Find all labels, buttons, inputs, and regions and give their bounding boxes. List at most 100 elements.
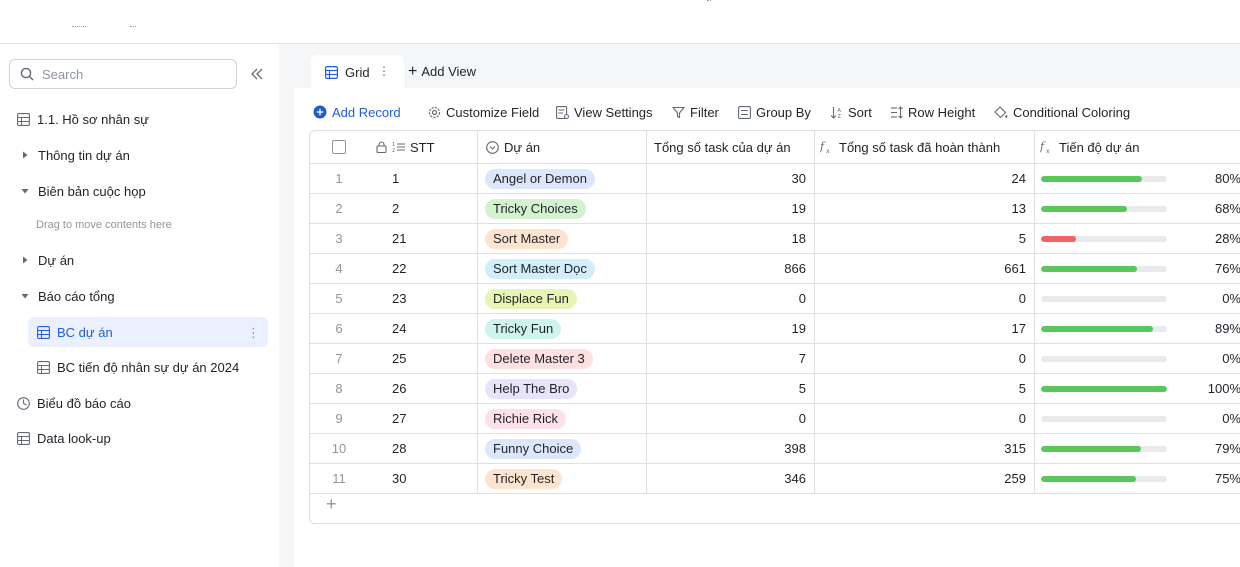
cell-done-tasks[interactable]: 0 bbox=[814, 284, 1034, 313]
table-row[interactable]: 7 25 Delete Master 3 7 0 0% bbox=[310, 344, 1240, 374]
cell-stt[interactable]: 25 bbox=[368, 344, 478, 373]
cell-done-tasks[interactable]: 5 bbox=[814, 374, 1034, 403]
cell-total-tasks[interactable]: 19 bbox=[646, 194, 814, 223]
cell-done-tasks[interactable]: 661 bbox=[814, 254, 1034, 283]
cell-total-tasks[interactable]: 5 bbox=[646, 374, 814, 403]
cell-progress[interactable]: 76% bbox=[1034, 254, 1240, 283]
cell-progress[interactable]: 89% bbox=[1034, 314, 1240, 343]
cell-project[interactable]: Angel or Demon bbox=[478, 164, 646, 193]
cell-done-tasks[interactable]: 13 bbox=[814, 194, 1034, 223]
cell-total-tasks[interactable]: 0 bbox=[646, 284, 814, 313]
cell-done-tasks[interactable]: 17 bbox=[814, 314, 1034, 343]
cell-progress[interactable]: 80% bbox=[1034, 164, 1240, 193]
cell-done-tasks[interactable]: 259 bbox=[814, 464, 1034, 493]
view-settings-button[interactable]: View Settings bbox=[556, 100, 653, 124]
sidebar-item[interactable]: Biểu đồ báo cáo bbox=[0, 388, 279, 418]
add-record-button[interactable]: Add Record bbox=[313, 100, 401, 124]
caret-right-icon[interactable] bbox=[20, 150, 30, 160]
sidebar-item[interactable]: Thông tin dự án bbox=[0, 140, 279, 170]
sidebar-item[interactable]: BC dự án ⋮ bbox=[28, 317, 268, 347]
cell-total-tasks[interactable]: 7 bbox=[646, 344, 814, 373]
cell-stt[interactable]: 24 bbox=[368, 314, 478, 343]
cell-stt[interactable]: 28 bbox=[368, 434, 478, 463]
cell-project[interactable]: Tricky Test bbox=[478, 464, 646, 493]
cell-project[interactable]: Help The Bro bbox=[478, 374, 646, 403]
search-input[interactable]: Search bbox=[9, 59, 237, 89]
cell-done-tasks[interactable]: 24 bbox=[814, 164, 1034, 193]
sidebar-item[interactable]: Dự án bbox=[0, 245, 279, 275]
table-row[interactable]: 11 30 Tricky Test 346 259 75% bbox=[310, 464, 1240, 494]
cell-stt[interactable]: 23 bbox=[368, 284, 478, 313]
customize-field-button[interactable]: Customize Field bbox=[428, 100, 539, 124]
conditional-coloring-button[interactable]: Conditional Coloring bbox=[994, 100, 1130, 124]
table-row[interactable]: 1 1 Angel or Demon 30 24 80% bbox=[310, 164, 1240, 194]
cell-total-tasks[interactable]: 398 bbox=[646, 434, 814, 463]
column-header-progress[interactable]: fx Tiến độ dự án bbox=[1034, 131, 1240, 163]
cell-total-tasks[interactable]: 346 bbox=[646, 464, 814, 493]
cell-stt[interactable]: 30 bbox=[368, 464, 478, 493]
caret-right-icon[interactable] bbox=[20, 255, 30, 265]
cell-done-tasks[interactable]: 0 bbox=[814, 344, 1034, 373]
column-header-done-tasks[interactable]: fx Tổng số task đã hoàn thành bbox=[814, 131, 1034, 163]
tab-grid[interactable]: Grid ⋮ bbox=[311, 55, 404, 89]
sidebar-item[interactable]: BC tiến độ nhân sự dự án 2024 bbox=[0, 352, 279, 382]
cell-progress[interactable]: 79% bbox=[1034, 434, 1240, 463]
select-all-checkbox[interactable] bbox=[310, 131, 368, 163]
caret-down-icon[interactable] bbox=[20, 186, 30, 196]
cell-stt[interactable]: 26 bbox=[368, 374, 478, 403]
group-by-button[interactable]: Group By bbox=[738, 100, 811, 124]
table-row[interactable]: 2 2 Tricky Choices 19 13 68% bbox=[310, 194, 1240, 224]
cell-stt[interactable]: 1 bbox=[368, 164, 478, 193]
table-row[interactable]: 5 23 Displace Fun 0 0 0% bbox=[310, 284, 1240, 314]
table-row[interactable]: 3 21 Sort Master 18 5 28% bbox=[310, 224, 1240, 254]
cell-progress[interactable]: 0% bbox=[1034, 284, 1240, 313]
table-row[interactable]: 10 28 Funny Choice 398 315 79% bbox=[310, 434, 1240, 464]
cell-progress[interactable]: 0% bbox=[1034, 344, 1240, 373]
add-view-button[interactable]: + Add View bbox=[408, 63, 476, 79]
cell-progress[interactable]: 0% bbox=[1034, 404, 1240, 433]
sidebar-item[interactable]: Báo cáo tổng bbox=[0, 281, 279, 311]
cell-progress[interactable]: 68% bbox=[1034, 194, 1240, 223]
add-row-button[interactable]: + bbox=[326, 495, 337, 513]
table-row[interactable]: 8 26 Help The Bro 5 5 100% bbox=[310, 374, 1240, 404]
sidebar-item[interactable]: Data look-up bbox=[0, 423, 279, 453]
cell-project[interactable]: Delete Master 3 bbox=[478, 344, 646, 373]
tab-more-icon[interactable]: ⋮ bbox=[378, 64, 390, 78]
table-row[interactable]: 9 27 Richie Rick 0 0 0% bbox=[310, 404, 1240, 434]
cell-progress[interactable]: 75% bbox=[1034, 464, 1240, 493]
cell-project[interactable]: Tricky Choices bbox=[478, 194, 646, 223]
sidebar-item[interactable]: 1.1. Hồ sơ nhân sự bbox=[0, 104, 279, 134]
cell-stt[interactable]: 22 bbox=[368, 254, 478, 283]
cell-progress[interactable]: 100% bbox=[1034, 374, 1240, 403]
column-header-total-tasks[interactable]: Tổng số task của dự án bbox=[646, 131, 814, 163]
cell-project[interactable]: Tricky Fun bbox=[478, 314, 646, 343]
cell-stt[interactable]: 2 bbox=[368, 194, 478, 223]
collapse-sidebar-icon[interactable] bbox=[249, 66, 265, 82]
cell-done-tasks[interactable]: 0 bbox=[814, 404, 1034, 433]
column-header-stt[interactable]: 12 STT bbox=[368, 131, 478, 163]
caret-down-icon[interactable] bbox=[20, 291, 30, 301]
cell-project[interactable]: Displace Fun bbox=[478, 284, 646, 313]
sort-button[interactable]: AZ Sort bbox=[830, 100, 872, 124]
table-row[interactable]: 4 22 Sort Master Dọc 866 661 76% bbox=[310, 254, 1240, 284]
row-height-button[interactable]: Row Height bbox=[890, 100, 975, 124]
cell-project[interactable]: Sort Master Dọc bbox=[478, 254, 646, 283]
cell-total-tasks[interactable]: 0 bbox=[646, 404, 814, 433]
table-row[interactable]: 6 24 Tricky Fun 19 17 89% bbox=[310, 314, 1240, 344]
cell-progress[interactable]: 28% bbox=[1034, 224, 1240, 253]
filter-button[interactable]: Filter bbox=[672, 100, 719, 124]
cell-done-tasks[interactable]: 5 bbox=[814, 224, 1034, 253]
cell-project[interactable]: Richie Rick bbox=[478, 404, 646, 433]
column-header-du-an[interactable]: Dự án bbox=[478, 131, 646, 163]
cell-project[interactable]: Funny Choice bbox=[478, 434, 646, 463]
cell-total-tasks[interactable]: 18 bbox=[646, 224, 814, 253]
cell-stt[interactable]: 27 bbox=[368, 404, 478, 433]
cell-total-tasks[interactable]: 30 bbox=[646, 164, 814, 193]
cell-total-tasks[interactable]: 866 bbox=[646, 254, 814, 283]
cell-done-tasks[interactable]: 315 bbox=[814, 434, 1034, 463]
sidebar-item[interactable]: Biên bản cuộc họp bbox=[0, 176, 279, 206]
cell-project[interactable]: Sort Master bbox=[478, 224, 646, 253]
more-icon[interactable]: ⋮ bbox=[247, 325, 260, 341]
cell-total-tasks[interactable]: 19 bbox=[646, 314, 814, 343]
cell-stt[interactable]: 21 bbox=[368, 224, 478, 253]
